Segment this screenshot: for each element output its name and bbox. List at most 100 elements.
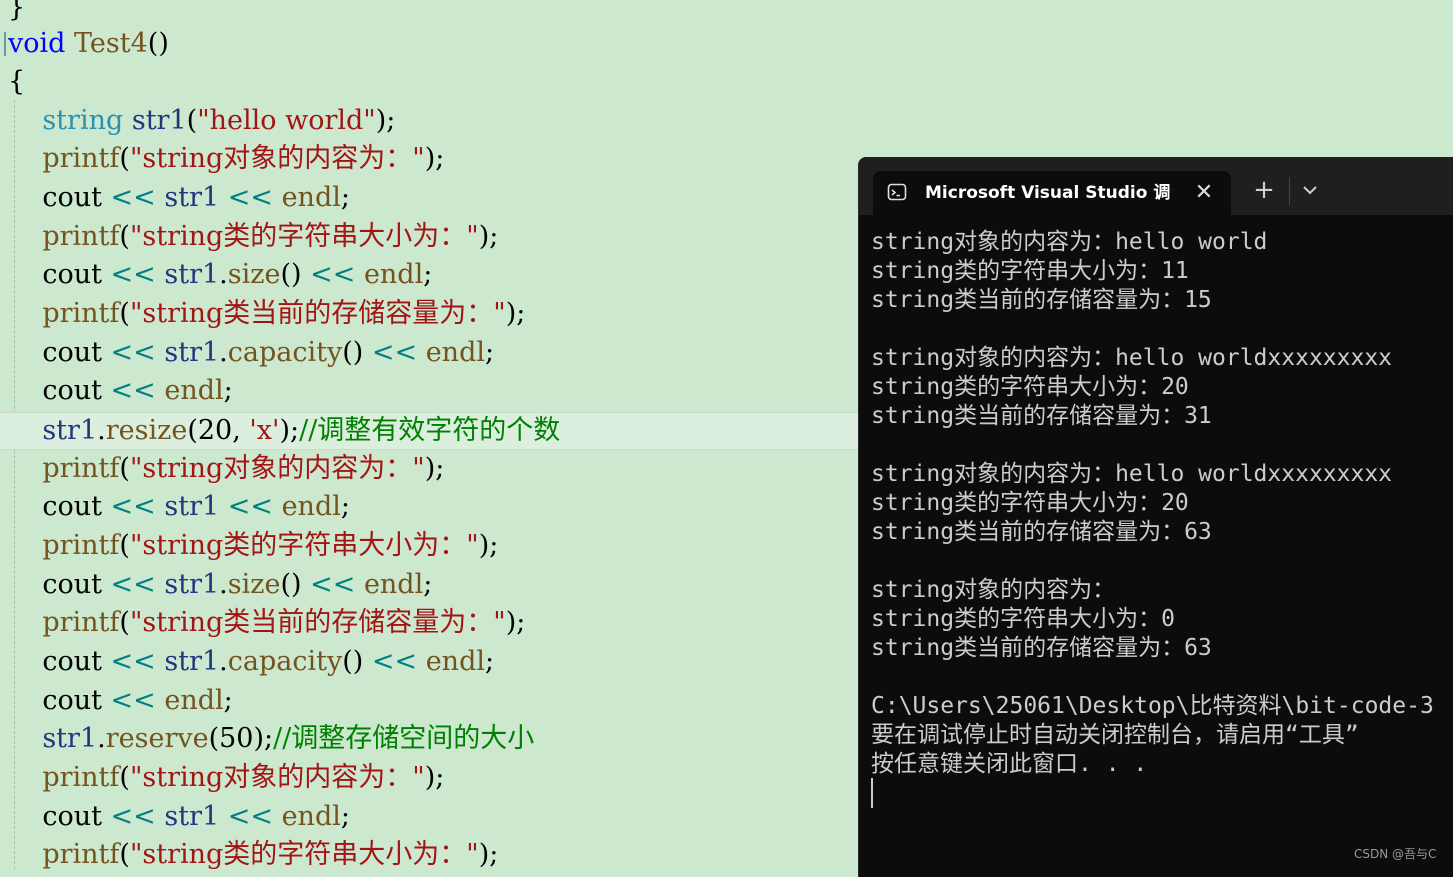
code-token: endl (355, 259, 424, 290)
code-line: printf("string类当前的存储容量为："); (0, 296, 525, 332)
code-token: cout (8, 569, 111, 600)
code-token: ( (186, 105, 198, 136)
code-token: ( (119, 143, 130, 174)
code-token: void (8, 28, 66, 59)
code-line: printf("string类的字符串大小为："); (0, 837, 498, 873)
code-token: () (147, 28, 169, 59)
code-line: printf("string类的字符串大小为："); (0, 528, 498, 564)
code-token: << (110, 375, 156, 406)
code-token: { (8, 66, 26, 97)
code-token: . (97, 415, 106, 446)
code-token: str1 (8, 415, 98, 446)
code-token: ; (485, 337, 495, 368)
code-token: ); (279, 415, 300, 446)
code-token: "string类当前的存储容量为：" (129, 298, 506, 329)
code-token: cout (8, 375, 111, 406)
code-token: << (227, 182, 273, 213)
code-token: << (110, 569, 156, 600)
console-line: string类的字符串大小为：20 (871, 490, 1189, 516)
code-token: str1 (123, 105, 187, 136)
code-token: "string对象的内容为：" (129, 143, 425, 174)
code-token: ); (478, 530, 499, 561)
console-line: string对象的内容为：hello worldxxxxxxxxx (871, 461, 1393, 487)
code-line: cout << str1 << endl; (0, 799, 350, 835)
code-token: printf (8, 607, 120, 638)
code-token: str1 (155, 259, 220, 290)
code-token: endl (417, 337, 485, 368)
code-line: printf("string对象的内容为："); (0, 141, 444, 177)
code-token: "string类的字符串大小为：" (129, 221, 479, 252)
terminal-tab-bar: Microsoft Visual Studio 调试控 ✕ + (859, 157, 1453, 215)
code-token: . (219, 569, 228, 600)
code-token: str1 (8, 723, 98, 754)
code-line: printf("string对象的内容为："); (0, 451, 444, 487)
code-token: ; (485, 646, 495, 677)
console-line: string类的字符串大小为：11 (871, 258, 1189, 284)
code-token: endl (355, 569, 424, 600)
code-token: str1 (155, 491, 228, 522)
current-code-line: str1.resize(20, 'x');//调整有效字符的个数 (0, 412, 868, 450)
console-line: 按任意键关闭此窗口. . . (871, 751, 1148, 777)
terminal-tab[interactable]: Microsoft Visual Studio 调试控 ✕ (873, 171, 1231, 215)
console-line: string类当前的存储容量为：15 (871, 287, 1212, 313)
code-token: "string类的字符串大小为：" (129, 839, 479, 870)
code-token: . (219, 259, 228, 290)
code-token: "string类当前的存储容量为：" (129, 607, 506, 638)
console-line: string对象的内容为：hello worldxxxxxxxxx (871, 345, 1393, 371)
code-line: cout << str1.size() << endl; (0, 567, 432, 603)
code-token: capacity (227, 646, 343, 677)
code-token: endl (273, 182, 341, 213)
code-token: ); (424, 762, 445, 793)
code-token: ; (223, 375, 233, 406)
code-token: ; (340, 491, 350, 522)
code-token: cout (8, 646, 111, 677)
code-token: size (227, 259, 281, 290)
code-token: ); (478, 839, 499, 870)
code-token: << (110, 646, 156, 677)
code-token: () (280, 259, 311, 290)
console-window[interactable]: Microsoft Visual Studio 调试控 ✕ + string对象… (859, 157, 1453, 877)
code-token: "string对象的内容为：" (129, 453, 425, 484)
code-line: cout << str1 << endl; (0, 489, 350, 525)
console-line: string类的字符串大小为：20 (871, 374, 1189, 400)
code-token: ); (505, 607, 526, 638)
terminal-icon (887, 183, 907, 201)
code-token: << (310, 259, 356, 290)
code-token: . (219, 646, 228, 677)
code-token: << (227, 801, 273, 832)
code-token: ; (423, 569, 433, 600)
code-token: ; (423, 259, 433, 290)
code-token: //调整存储空间的大小 (273, 723, 535, 754)
code-token: endl (273, 801, 341, 832)
code-token: str1 (155, 182, 228, 213)
code-token: ( (119, 839, 130, 870)
code-token: << (110, 182, 156, 213)
code-line: printf("string类当前的存储容量为："); (0, 605, 525, 641)
code-line: printf("string对象的内容为："); (0, 760, 444, 796)
code-token: () (342, 646, 372, 677)
code-token: "hello world" (197, 105, 376, 136)
code-token: //调整有效字符的个数 (299, 415, 561, 446)
code-token: cout (8, 259, 111, 290)
code-token: cout (8, 685, 111, 716)
code-token: "string类的字符串大小为：" (129, 530, 479, 561)
code-token: str1 (155, 337, 220, 368)
code-token: ); (424, 453, 445, 484)
code-token: ); (505, 298, 526, 329)
code-token: << (371, 646, 418, 677)
code-token: reserve (105, 723, 209, 754)
code-token: << (110, 491, 156, 522)
code-line: cout << str1.capacity() << endl; (0, 335, 494, 371)
code-token: () (280, 569, 311, 600)
code-token: (50); (208, 723, 274, 754)
code-token: capacity (227, 337, 343, 368)
close-tab-button[interactable]: ✕ (1189, 178, 1219, 208)
code-token: size (227, 569, 281, 600)
code-token: printf (8, 298, 120, 329)
code-token: ( (119, 453, 130, 484)
console-line: string类当前的存储容量为：63 (871, 635, 1212, 661)
chevron-down-icon[interactable] (1295, 174, 1325, 206)
new-tab-button[interactable]: + (1247, 173, 1281, 207)
code-token: printf (8, 530, 120, 561)
code-token: "string对象的内容为：" (129, 762, 425, 793)
